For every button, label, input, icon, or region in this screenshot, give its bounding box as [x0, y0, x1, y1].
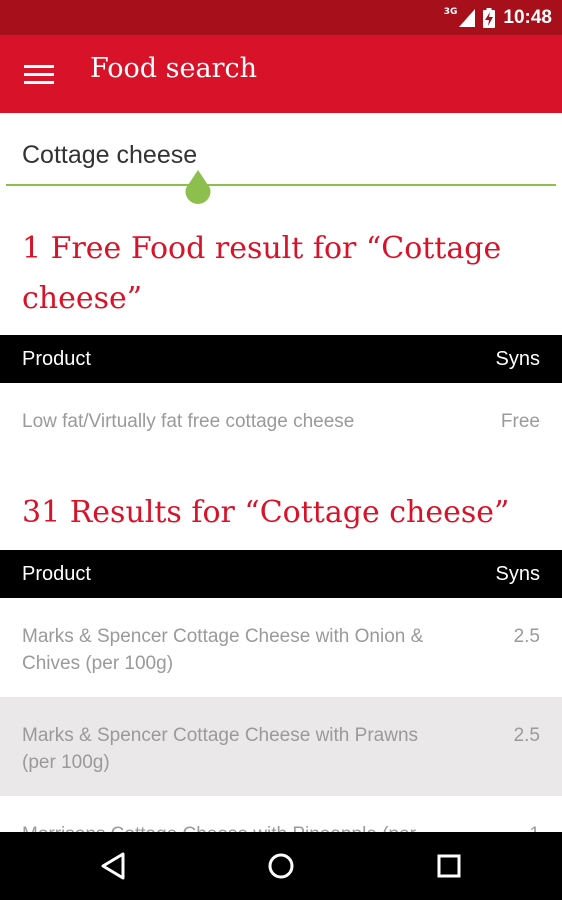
column-header-syns: Syns — [495, 348, 540, 370]
navigation-bar — [0, 832, 562, 900]
free-table-header: Product Syns — [0, 335, 562, 383]
table-row[interactable]: Low fat/Virtually fat free cottage chees… — [0, 383, 562, 473]
home-circle-icon[interactable] — [263, 848, 299, 884]
text-cursor-handle-icon[interactable] — [184, 170, 212, 206]
product-name: Marks & Spencer Cottage Cheese with Praw… — [22, 725, 419, 773]
column-header-product: Product — [22, 563, 91, 585]
status-bar: 3G 10:48 — [0, 0, 562, 35]
free-results-heading: 1 Free Food result for “Cottage cheese” — [22, 231, 502, 316]
column-header-product: Product — [22, 348, 91, 370]
search-area — [0, 113, 562, 213]
syns-value: 2.5 — [513, 626, 540, 647]
recents-square-icon[interactable] — [431, 848, 467, 884]
all-results-heading: 31 Results for “Cottage cheese” — [22, 495, 510, 530]
syns-value: Free — [500, 411, 540, 432]
hamburger-menu-icon[interactable] — [24, 65, 54, 85]
table-row[interactable]: Marks & Spencer Cottage Cheese with Praw… — [0, 697, 562, 796]
battery-charging-icon — [483, 7, 496, 28]
results-table-header: Product Syns — [0, 550, 562, 598]
app-title: Food search — [90, 53, 257, 84]
status-icons: 3G 10:48 — [444, 0, 552, 35]
product-name: Low fat/Virtually fat free cottage chees… — [22, 411, 355, 432]
column-header-syns: Syns — [495, 563, 540, 585]
table-row[interactable]: Marks & Spencer Cottage Cheese with Onio… — [0, 598, 562, 697]
app-bar: Food search — [0, 35, 562, 113]
signal-icon — [459, 8, 476, 27]
search-underline — [6, 184, 556, 186]
status-clock: 10:48 — [503, 6, 552, 28]
syns-value: 2.5 — [513, 725, 540, 746]
network-type-label: 3G — [443, 6, 458, 17]
back-triangle-icon[interactable] — [95, 848, 131, 884]
search-input[interactable] — [22, 135, 542, 175]
product-name: Marks & Spencer Cottage Cheese with Onio… — [22, 626, 424, 674]
